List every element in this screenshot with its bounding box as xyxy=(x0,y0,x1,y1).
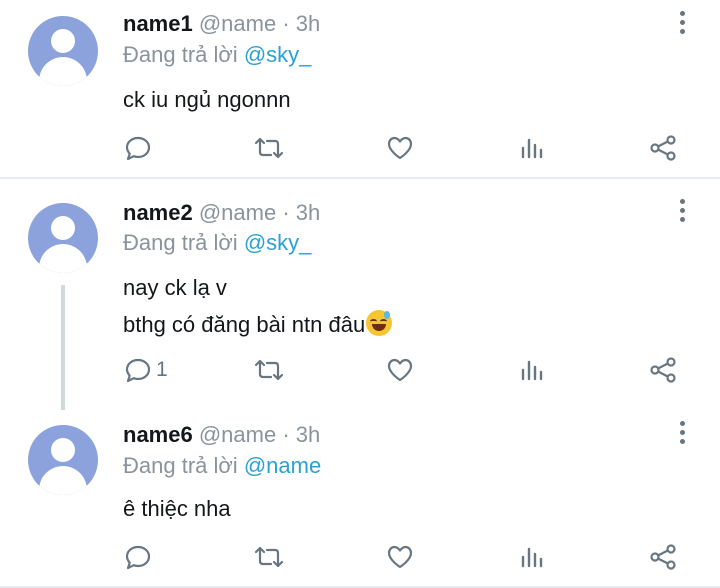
more-icon[interactable] xyxy=(673,11,693,37)
tweet-text: ck iu ngủ ngonnn xyxy=(123,87,291,112)
user-handle: @name xyxy=(198,422,277,447)
share-button[interactable] xyxy=(648,133,678,163)
share-icon xyxy=(650,544,676,570)
separator: · xyxy=(276,200,296,225)
user-name[interactable]: name2 xyxy=(123,200,193,225)
tweet-header: name2 @name · 3h xyxy=(123,200,320,226)
reply-icon xyxy=(125,136,151,161)
user-name[interactable]: name1 xyxy=(123,11,193,36)
analytics-icon xyxy=(521,360,543,381)
more-icon[interactable] xyxy=(673,421,693,447)
like-button[interactable] xyxy=(386,355,414,385)
sweat-smile-emoji xyxy=(366,310,393,336)
replying-to-label: Đang trả lời xyxy=(123,453,238,478)
user-handle: @name xyxy=(198,200,277,225)
user-name[interactable]: name6 xyxy=(123,422,193,447)
replying-to: Đang trả lời @sky_ xyxy=(123,42,311,68)
timestamp: 3h xyxy=(295,200,321,225)
mention-link[interactable]: @sky_ xyxy=(244,42,312,67)
share-button[interactable] xyxy=(648,355,678,385)
retweet-button[interactable] xyxy=(253,355,285,385)
user-handle: @name xyxy=(198,11,277,36)
retweet-icon xyxy=(254,137,284,159)
mention-link[interactable]: @name xyxy=(244,453,321,478)
tweet-text-line-2: bthg có đăng bài ntn đâu xyxy=(123,310,393,338)
action-bar: 1 xyxy=(0,355,720,385)
analytics-icon xyxy=(521,547,543,568)
analytics-button[interactable] xyxy=(519,355,545,385)
like-icon xyxy=(387,545,413,569)
replying-to-label: Đang trả lời xyxy=(123,42,238,67)
reply-icon xyxy=(125,358,151,383)
separator: · xyxy=(276,422,296,447)
thread-line xyxy=(61,285,65,410)
tweet-text-line-1: nay ck lạ v xyxy=(123,275,227,300)
timestamp: 3h xyxy=(295,422,321,447)
separator: · xyxy=(276,11,296,36)
avatar[interactable] xyxy=(28,425,98,495)
retweet-button[interactable] xyxy=(253,133,285,163)
reply-icon xyxy=(125,545,151,570)
avatar[interactable] xyxy=(28,16,98,86)
mention-link[interactable]: @sky_ xyxy=(244,230,312,255)
replying-to: Đang trả lời @sky_ xyxy=(123,230,311,256)
divider xyxy=(0,177,720,179)
like-button[interactable] xyxy=(386,542,414,572)
reply-button[interactable] xyxy=(124,133,152,163)
analytics-button[interactable] xyxy=(519,133,545,163)
like-icon xyxy=(387,136,413,160)
more-icon[interactable] xyxy=(673,199,693,225)
tweet-header: name1 @name · 3h xyxy=(123,11,320,37)
reply-count: 1 xyxy=(156,358,168,381)
share-icon xyxy=(650,357,676,383)
tweet-header: name6 @name · 3h xyxy=(123,422,320,448)
replying-to-label: Đang trả lời xyxy=(123,230,238,255)
share-icon xyxy=(650,135,676,161)
like-button[interactable] xyxy=(386,133,414,163)
reply-button[interactable] xyxy=(124,542,152,572)
tweet-text: bthg có đăng bài ntn đâu xyxy=(123,312,366,337)
share-button[interactable] xyxy=(648,542,678,572)
like-icon xyxy=(387,358,413,382)
action-bar xyxy=(0,133,720,163)
analytics-button[interactable] xyxy=(519,542,545,572)
analytics-icon xyxy=(521,138,543,159)
reply-button[interactable]: 1 xyxy=(124,355,168,385)
replying-to: Đang trả lời @name xyxy=(123,453,321,479)
retweet-icon xyxy=(254,546,284,568)
action-bar xyxy=(0,542,720,572)
timestamp: 3h xyxy=(295,11,321,36)
retweet-button[interactable] xyxy=(253,542,285,572)
tweet-text: ê thiệc nha xyxy=(123,496,231,521)
avatar[interactable] xyxy=(28,203,98,273)
retweet-icon xyxy=(254,359,284,381)
